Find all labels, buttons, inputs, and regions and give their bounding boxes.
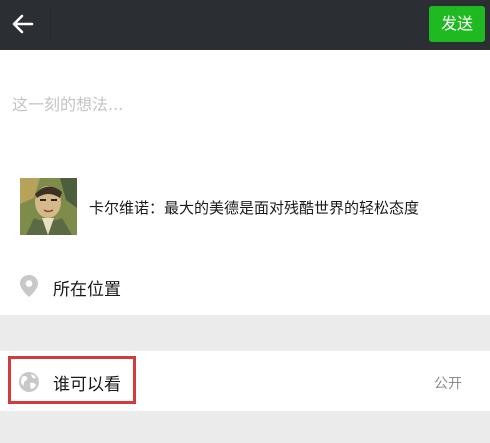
topbar-divider (50, 8, 51, 42)
shared-article-card[interactable]: 卡尔维诺：最大的美德是面对残酷世界的轻松态度 (0, 176, 490, 238)
location-row[interactable]: 所在位置 (0, 263, 490, 309)
arrow-left-icon (12, 14, 34, 34)
section-divider (0, 315, 490, 351)
highlight-box (8, 356, 136, 404)
article-title: 卡尔维诺：最大的美德是面对残酷世界的轻松态度 (89, 199, 420, 217)
top-bar: 发送 (0, 0, 490, 50)
article-thumbnail (20, 178, 77, 235)
map-pin-icon (20, 275, 38, 297)
send-button[interactable]: 发送 (429, 6, 485, 42)
moment-text-input[interactable] (12, 90, 472, 118)
bottom-divider (0, 411, 490, 443)
back-button[interactable] (2, 2, 46, 46)
location-label: 所在位置 (53, 280, 121, 300)
visibility-value: 公开 (434, 376, 462, 392)
